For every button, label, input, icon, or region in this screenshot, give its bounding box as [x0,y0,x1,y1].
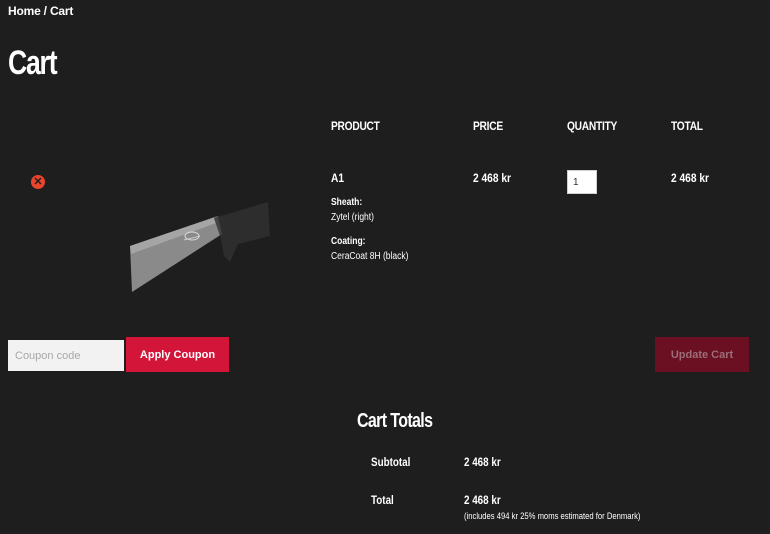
total-value: 2 468 kr [464,493,501,507]
product-name-link[interactable]: A1 [331,171,344,185]
cart-totals-title: Cart Totals [357,410,433,432]
column-header-total: TOTAL [671,119,703,133]
variation-label-coating: Coating: [331,236,366,247]
breadcrumb: Home / Cart [8,4,73,18]
variation-value-sheath: Zytel (right) [331,212,374,223]
apply-coupon-button[interactable]: Apply Coupon [126,337,229,372]
subtotal-label: Subtotal [371,455,411,469]
breadcrumb-separator: / [40,4,50,18]
page-title: Cart [8,44,58,82]
coupon-code-input[interactable] [8,340,124,371]
item-price: 2 468 kr [473,171,512,185]
breadcrumb-home-link[interactable]: Home [8,4,41,18]
breadcrumb-current: Cart [49,4,74,18]
column-header-quantity: QUANTITY [567,119,618,133]
column-header-product: PRODUCT [331,119,380,133]
column-header-price: PRICE [473,119,503,133]
item-total: 2 468 kr [671,171,710,185]
tax-note: (includes 494 kr 25% moms estimated for … [464,511,641,521]
remove-item-icon[interactable]: ✕ [31,175,45,189]
quantity-input[interactable] [567,170,597,194]
update-cart-button[interactable]: Update Cart [655,337,749,372]
product-thumbnail[interactable] [126,196,276,296]
subtotal-value: 2 468 kr [464,455,501,469]
variation-label-sheath: Sheath: [331,197,363,208]
variation-value-coating: CeraCoat 8H (black) [331,251,409,262]
total-label: Total [371,493,394,507]
